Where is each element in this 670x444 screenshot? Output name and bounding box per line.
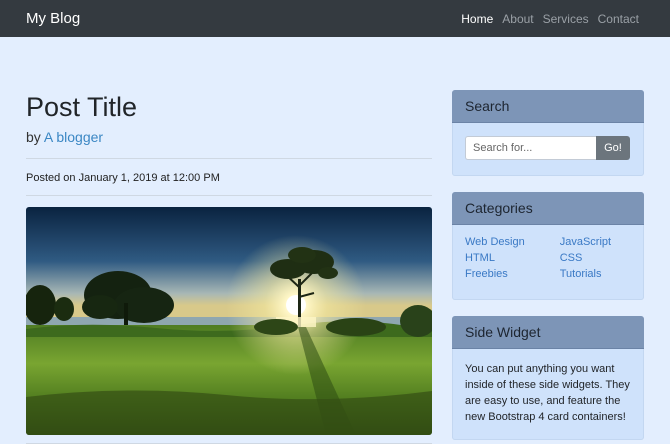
navbar: My Blog Home About Services Contact	[0, 0, 670, 37]
divider	[26, 195, 432, 196]
categories-card-header: Categories	[452, 192, 644, 225]
nav-link-services[interactable]: Services	[543, 12, 589, 26]
search-group: Go!	[452, 123, 644, 173]
categories-card: Categories Web Design HTML Freebies Java…	[452, 192, 644, 300]
side-widget-text: You can put anything you want inside of …	[465, 363, 630, 423]
post-hero-image	[26, 207, 432, 435]
byline-prefix: by	[26, 129, 41, 145]
category-link-freebies[interactable]: Freebies	[465, 268, 525, 281]
post-title: Post Title	[26, 92, 138, 122]
category-link-html[interactable]: HTML	[465, 252, 525, 265]
category-link-css[interactable]: CSS	[560, 252, 611, 265]
side-widget-card: Side Widget You can put anything you wan…	[452, 316, 644, 440]
categories-column-right: JavaScript CSS Tutorials	[560, 236, 611, 281]
post-main: Post Title by A blogger Posted on Januar…	[26, 74, 432, 444]
brand-link[interactable]: My Blog	[26, 10, 80, 27]
category-link-web-design[interactable]: Web Design	[465, 236, 525, 249]
nav-links: Home About Services Contact	[461, 12, 639, 26]
nav-link-home[interactable]: Home	[461, 12, 493, 26]
post-byline: by A blogger	[26, 129, 432, 145]
categories-list: Web Design HTML Freebies JavaScript CSS …	[452, 225, 644, 293]
side-widget-header: Side Widget	[452, 316, 644, 349]
divider	[26, 158, 432, 159]
sidebar: Search Go! Categories Web Design HTML Fr…	[452, 90, 644, 440]
search-card: Search Go!	[452, 90, 644, 176]
nav-link-contact[interactable]: Contact	[598, 12, 639, 26]
post-date: Posted on January 1, 2019 at 12:00 PM	[26, 172, 220, 184]
category-link-tutorials[interactable]: Tutorials	[560, 268, 611, 281]
search-card-header: Search	[452, 90, 644, 123]
categories-column-left: Web Design HTML Freebies	[465, 236, 525, 281]
author-link[interactable]: A blogger	[44, 129, 103, 145]
search-input[interactable]	[465, 136, 596, 160]
category-link-javascript[interactable]: JavaScript	[560, 236, 611, 249]
search-go-button[interactable]: Go!	[596, 136, 630, 160]
nav-link-about[interactable]: About	[502, 12, 533, 26]
